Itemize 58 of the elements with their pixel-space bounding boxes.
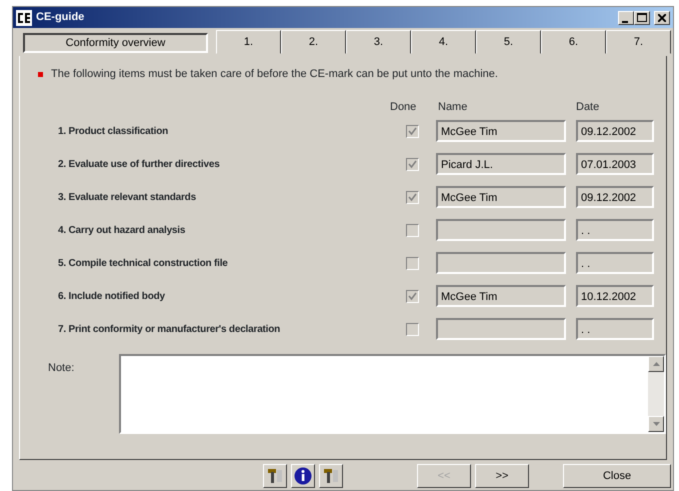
done-checkbox[interactable] — [406, 322, 419, 336]
date-field[interactable]: 10.12.2002 — [576, 285, 654, 307]
name-field[interactable]: Picard J.L. — [436, 153, 566, 175]
tab[interactable]: 4. — [411, 30, 476, 54]
scroll-down-icon[interactable] — [648, 416, 664, 432]
done-checkbox[interactable] — [406, 256, 419, 270]
info-icon[interactable] — [291, 464, 315, 488]
done-checkbox[interactable] — [406, 190, 419, 204]
date-field[interactable]: . . — [576, 252, 654, 274]
close-icon[interactable] — [654, 10, 670, 24]
scrollbar[interactable] — [648, 356, 664, 432]
item-label: 6. Include notified body — [57, 290, 166, 304]
done-checkbox[interactable] — [406, 290, 419, 302]
name-field[interactable]: McGee Tim — [436, 285, 566, 307]
window-title: CE-guide — [36, 10, 84, 26]
date-field[interactable]: 09.12.2002 — [576, 186, 654, 208]
date-field[interactable]: 09.12.2002 — [576, 120, 654, 142]
date-field[interactable]: . . — [576, 318, 654, 340]
note-label: Note: — [47, 360, 76, 376]
date-field[interactable]: 07.01.2003 — [576, 153, 654, 175]
name-field[interactable] — [436, 318, 566, 340]
column-header: Done — [390, 100, 418, 114]
column-header: Name — [438, 100, 468, 114]
item-label: 5. Compile technical construction file — [57, 256, 229, 270]
done-checkbox[interactable] — [406, 124, 419, 138]
bullet-icon — [38, 72, 43, 77]
name-field[interactable] — [436, 219, 566, 241]
item-label: 7. Print conformity or manufacturer's declaration — [57, 322, 282, 336]
name-field[interactable]: McGee Tim — [436, 120, 566, 142]
minimize-button[interactable] — [618, 10, 634, 24]
tab[interactable]: 1. — [216, 30, 281, 54]
item-label: 4. Carry out hazard analysis — [57, 224, 186, 238]
tool-icon[interactable] — [263, 464, 287, 488]
note-field[interactable] — [119, 354, 666, 434]
next-button[interactable]: >> — [475, 464, 529, 488]
tab[interactable]: 7. — [606, 30, 671, 54]
name-field[interactable] — [436, 252, 566, 274]
tab[interactable]: 5. — [476, 30, 541, 54]
tool-icon[interactable] — [319, 464, 343, 488]
close-button[interactable]: Close — [563, 464, 671, 488]
maximize-icon — [637, 13, 647, 22]
item-label: 1. Product classification — [57, 124, 170, 138]
app-logo-icon — [16, 10, 32, 26]
column-header: Date — [576, 100, 600, 114]
done-checkbox[interactable] — [406, 224, 419, 236]
name-field[interactable]: McGee Tim — [436, 186, 566, 208]
tab[interactable]: 2. — [281, 30, 346, 54]
done-checkbox[interactable] — [406, 158, 419, 170]
date-field[interactable]: . . — [576, 219, 654, 241]
minimize-icon — [622, 20, 630, 24]
item-label: 3. Evaluate relevant standards — [57, 190, 197, 204]
tab[interactable]: 6. — [541, 30, 606, 54]
tab[interactable]: 3. — [346, 30, 411, 54]
item-label: 2. Evaluate use of further directives — [57, 158, 221, 172]
maximize-button[interactable] — [634, 10, 650, 24]
scroll-up-icon[interactable] — [648, 356, 664, 372]
notice-text: The following items must be taken care of before the CE-mark can be put unto the machine. — [51, 67, 498, 82]
tab[interactable]: Conformity overview — [23, 33, 208, 53]
